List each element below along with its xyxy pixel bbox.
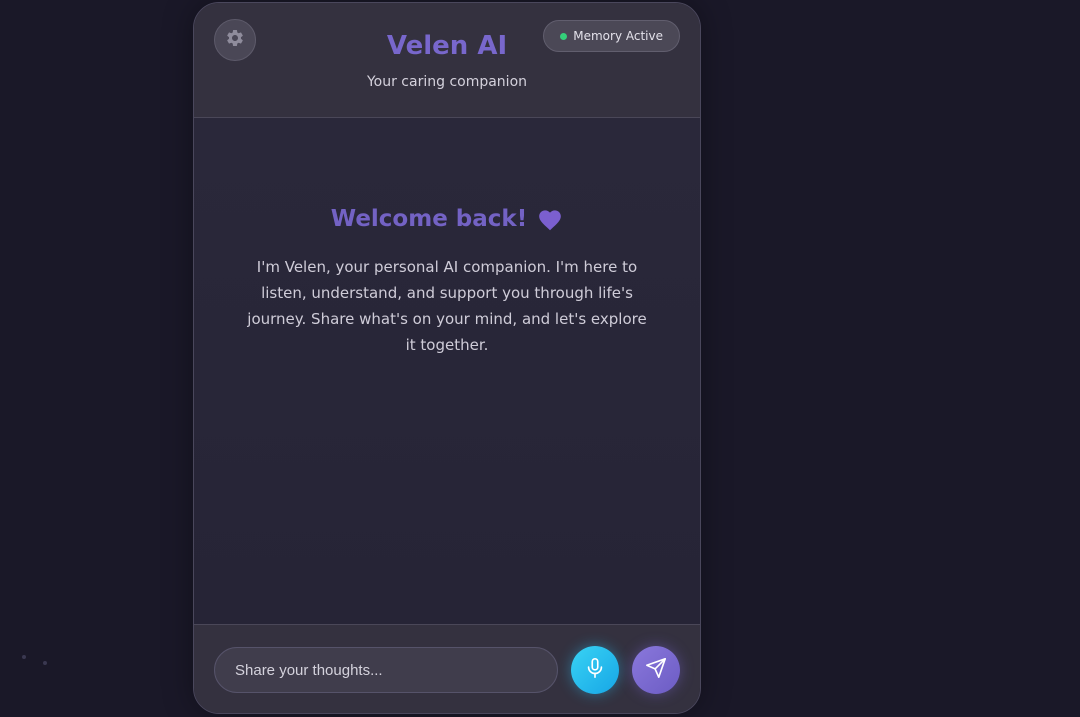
send-icon [645, 657, 667, 683]
welcome-message: I'm Velen, your personal AI companion. I… [247, 258, 647, 354]
background-dot [22, 655, 26, 659]
chat-window: Velen AI Your caring companion Memory Ac… [193, 2, 701, 714]
composer-bar [194, 624, 700, 713]
welcome-heading: Welcome back! [194, 206, 700, 232]
memory-status-badge: Memory Active [543, 20, 680, 52]
message-input[interactable] [214, 647, 558, 693]
microphone-button[interactable] [571, 646, 619, 694]
header: Velen AI Your caring companion Memory Ac… [194, 3, 700, 118]
app-subtitle: Your caring companion [366, 74, 528, 90]
memory-status-label: Memory Active [573, 29, 663, 43]
status-dot-icon [560, 32, 568, 40]
send-button[interactable] [632, 646, 680, 694]
microphone-icon [584, 657, 606, 683]
chat-area: Welcome back! I'm Velen, your personal A… [194, 118, 700, 624]
purple-heart-icon [537, 207, 563, 231]
background-dot [43, 661, 47, 665]
welcome-title: Welcome back! [330, 206, 528, 232]
